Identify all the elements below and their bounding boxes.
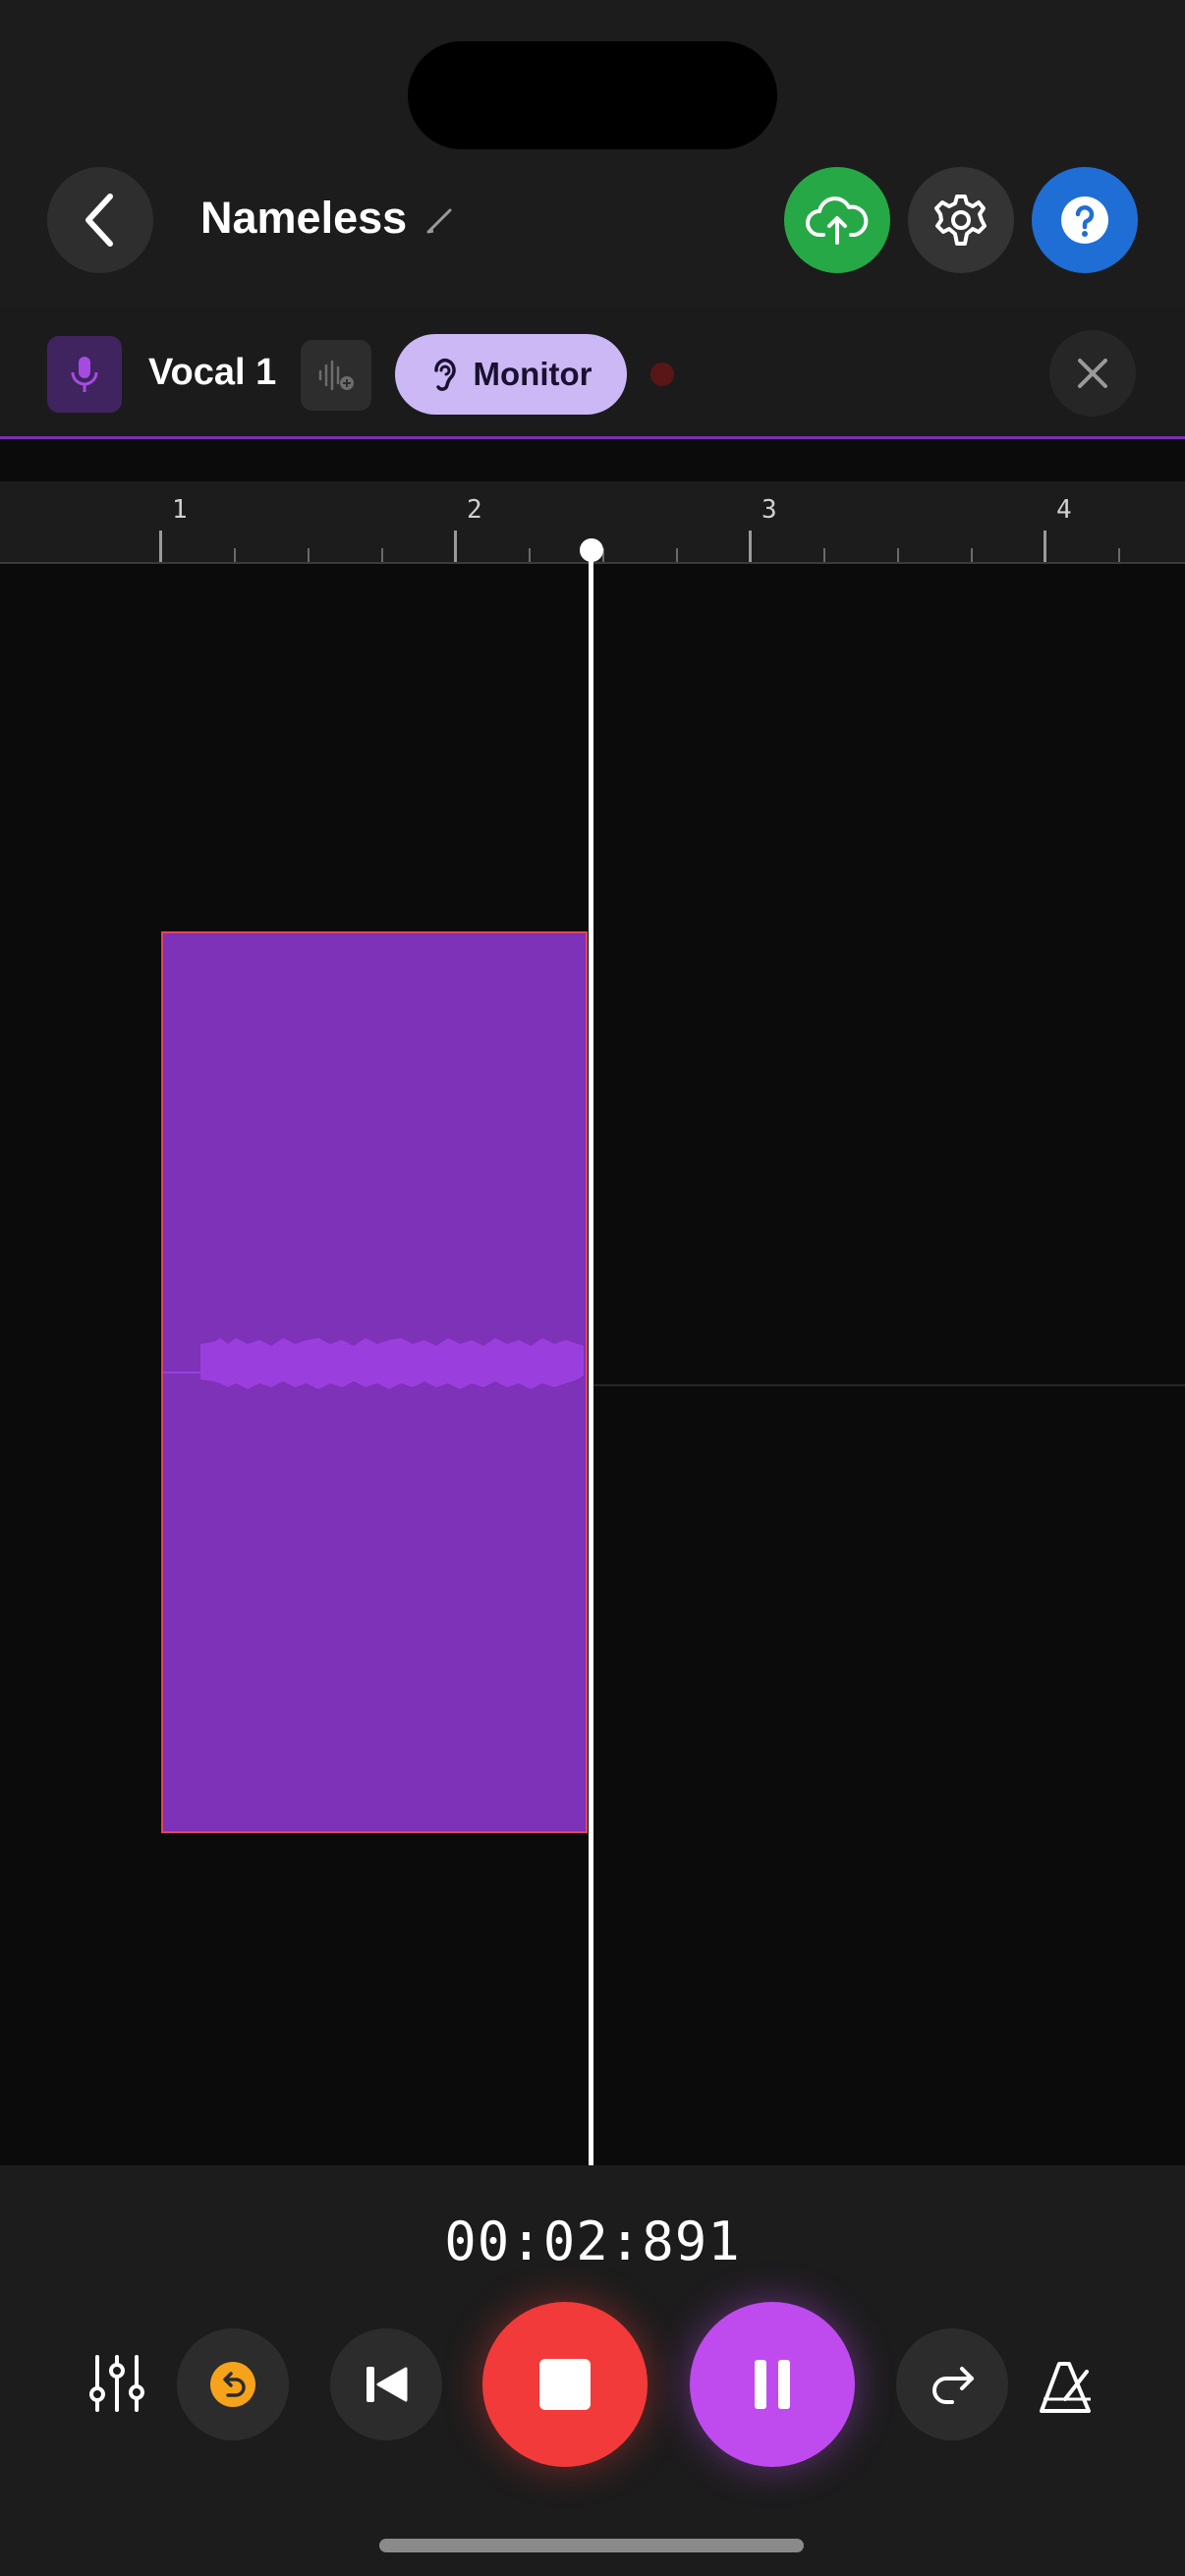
mixer-icon <box>89 2355 144 2412</box>
help-button[interactable] <box>1032 167 1138 273</box>
undo-button[interactable] <box>177 2328 289 2440</box>
monitor-button[interactable]: Monitor <box>395 334 627 415</box>
home-indicator <box>379 2539 804 2552</box>
microphone-icon <box>71 357 98 392</box>
timecode-display: 00:02:891 <box>444 2211 741 2272</box>
ear-icon <box>433 358 456 391</box>
ruler-tick <box>381 548 383 562</box>
rewind-icon <box>367 2367 408 2402</box>
ruler-tick <box>234 548 236 562</box>
ruler-tick <box>971 548 973 562</box>
close-icon <box>1078 359 1107 388</box>
chevron-left-icon <box>85 194 113 247</box>
ruler-tick <box>1118 548 1120 562</box>
stop-icon <box>539 2359 591 2410</box>
track-input-button[interactable] <box>47 336 122 413</box>
waveform-add-icon <box>318 360 354 391</box>
record-arm-indicator[interactable] <box>650 363 674 386</box>
lane-centerline <box>593 1384 1185 1386</box>
track-divider <box>0 436 1185 439</box>
ruler-tick <box>749 531 752 562</box>
monitor-label: Monitor <box>473 356 592 392</box>
stop-record-button[interactable] <box>482 2302 648 2467</box>
rewind-button[interactable] <box>330 2328 442 2440</box>
pencil-icon[interactable] <box>424 206 454 236</box>
ruler-tick <box>897 548 899 562</box>
waveform <box>163 1338 584 1389</box>
project-title[interactable]: Nameless <box>200 193 407 244</box>
question-icon <box>1061 196 1108 244</box>
bar-number: 2 <box>467 495 482 525</box>
gear-icon <box>934 195 987 246</box>
pause-button[interactable] <box>690 2302 855 2467</box>
bar-number: 4 <box>1056 495 1072 525</box>
audio-clip[interactable] <box>161 931 588 1833</box>
playhead-handle[interactable] <box>580 538 603 562</box>
track-name[interactable]: Vocal 1 <box>148 352 276 394</box>
dynamic-island <box>408 41 777 149</box>
back-button[interactable] <box>47 167 153 273</box>
redo-icon <box>932 2367 974 2404</box>
ruler-tick <box>676 548 678 562</box>
metronome-icon <box>1040 2362 1091 2413</box>
undo-icon <box>210 2362 255 2407</box>
ruler-tick <box>529 548 531 562</box>
bar-number: 3 <box>762 495 777 525</box>
close-track-button[interactable] <box>1049 330 1136 417</box>
cloud-upload-icon <box>806 196 869 245</box>
mixer-button[interactable] <box>81 2328 153 2438</box>
ruler-tick <box>454 531 457 562</box>
ruler-tick <box>1044 531 1046 562</box>
bar-number: 1 <box>172 495 188 525</box>
metronome-button[interactable] <box>1032 2338 1102 2436</box>
ruler-tick <box>159 531 162 562</box>
add-effect-button[interactable] <box>301 340 371 411</box>
upload-button[interactable] <box>784 167 890 273</box>
settings-button[interactable] <box>908 167 1014 273</box>
pause-icon <box>755 2360 790 2409</box>
ruler-tick <box>823 548 825 562</box>
playhead[interactable] <box>589 556 593 2165</box>
redo-button[interactable] <box>896 2328 1008 2440</box>
ruler-tick <box>308 548 310 562</box>
